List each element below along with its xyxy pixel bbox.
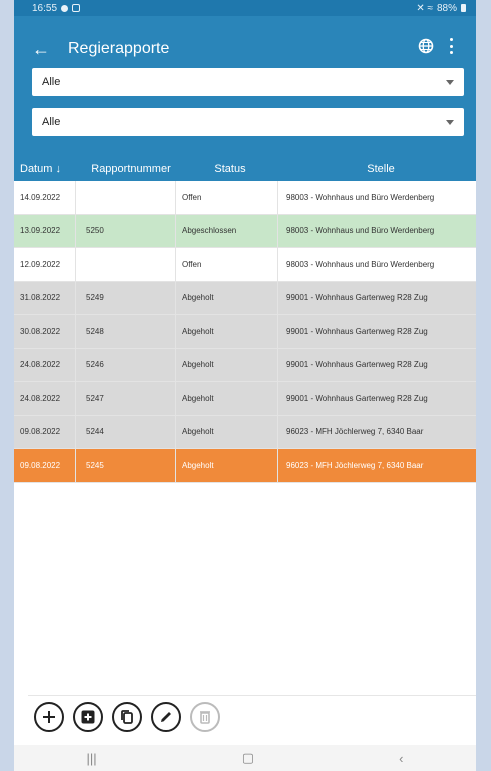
status-bar: 16:55 ✕ ≈ 88% [14,0,476,16]
table-row[interactable]: 09.08.2022 5244 Abgeholt 96023 - MFH Jöchle… [14,415,476,449]
cell-number: 5244 [76,415,176,448]
cell-number: 5246 [76,348,176,381]
cell-date: 09.08.2022 [14,449,76,482]
cell-status: Abgeschlossen [176,214,278,247]
chevron-down-icon [446,79,454,85]
toolbar-divider [28,695,476,696]
filter-select-1-value: Alle [42,76,61,88]
cell-number [76,181,176,214]
cell-number [76,248,176,281]
cell-date: 12.09.2022 [14,248,76,281]
delete-button[interactable] [190,702,220,732]
table-row[interactable]: 31.08.2022 5249 Abgeholt 99001 - Wohnhaus G… [14,281,476,315]
cell-stelle: 96023 - MFH Jöchlerweg 7, 6340 Baar [286,427,424,437]
battery-icon [461,4,466,12]
cell-date: 14.09.2022 [14,181,76,214]
cell-date: 13.09.2022 [14,214,76,247]
cell-stelle: 98003 - Wohnhaus und Büro Werdenberg [286,192,435,202]
table-body: 14.09.2022 Offen 98003 - Wohnhaus und Büro… [14,181,476,483]
cell-number: 5250 [76,214,176,247]
cell-stelle: 98003 - Wohnhaus und Büro Werdenberg [286,226,435,236]
cell-stelle: 99001 - Wohnhaus Gartenweg R28 Zug [286,293,428,303]
cell-stelle: 99001 - Wohnhaus Gartenweg R28 Zug [286,393,428,403]
table-row[interactable]: 09.08.2022 5245 Abgeholt 96023 - MFH Jöchle… [14,449,476,483]
table-row[interactable]: 14.09.2022 Offen 98003 - Wohnhaus und Büro… [14,181,476,215]
header-status[interactable]: Status [176,163,278,175]
cell-stelle: 98003 - Wohnhaus und Büro Werdenberg [286,259,435,269]
signal-icon: ✕ ≈ [416,2,433,14]
cell-date: 09.08.2022 [14,415,76,448]
table-row[interactable]: 13.09.2022 5250 Abgeschlossen 98003 - Wohnh… [14,214,476,248]
cell-date: 24.08.2022 [14,382,76,415]
cell-status: Offen [176,181,278,214]
cell-date: 30.08.2022 [14,315,76,348]
arrow-left-icon[interactable]: ← [32,40,50,58]
cell-status: Abgeholt [176,315,278,348]
cell-stelle: 99001 - Wohnhaus Gartenweg R28 Zug [286,360,428,370]
cell-date: 24.08.2022 [14,348,76,381]
table-header: Datum ↓ Rapportnummer Status Stelle [14,156,476,181]
location-icon [61,4,69,12]
edit-button[interactable] [151,702,181,732]
back-nav-icon[interactable]: ‹ [399,751,403,766]
table-row[interactable]: 24.08.2022 5246 Abgeholt 99001 - Wohnhaus G… [14,348,476,382]
header-stelle[interactable]: Stelle [278,163,476,175]
edit-icon [161,712,171,722]
more-vert-icon[interactable] [448,38,454,54]
cell-number: 5245 [76,449,176,482]
home-icon[interactable]: ▢ [242,750,254,766]
cell-number: 5247 [76,382,176,415]
chevron-down-icon [446,119,454,125]
system-nav-bar: ||| ▢ ‹ [14,745,476,771]
status-time: 16:55 [32,2,58,14]
table-row[interactable]: 30.08.2022 5248 Abgeholt 99001 - Wohnhaus G… [14,315,476,349]
cell-status: Abgeholt [176,382,278,415]
delete-icon [200,711,210,724]
add-box-icon [81,710,95,724]
header-date[interactable]: Datum ↓ [14,163,76,175]
add-button[interactable] [34,702,64,732]
copy-button[interactable] [112,702,142,732]
header-number[interactable]: Rapportnummer [76,163,176,175]
cell-status: Offen [176,248,278,281]
add-icon [43,711,55,723]
table-row[interactable]: 24.08.2022 5247 Abgeholt 99001 - Wohnhaus G… [14,382,476,416]
cell-number: 5249 [76,281,176,314]
cell-stelle: 99001 - Wohnhaus Gartenweg R28 Zug [286,326,428,336]
cell-number: 5248 [76,315,176,348]
cell-status: Abgeholt [176,281,278,314]
filter-select-2-value: Alle [42,116,61,128]
filter-select-2[interactable]: Alle [32,108,464,136]
recent-apps-icon[interactable]: ||| [87,751,97,766]
battery-text: 88% [436,2,457,14]
cell-date: 31.08.2022 [14,281,76,314]
filter-select-1[interactable]: Alle [32,68,464,96]
add-box-button[interactable] [73,702,103,732]
cell-status: Abgeholt [176,415,278,448]
page-title: Regierapporte [68,40,170,57]
bottom-toolbar [34,702,220,736]
cell-status: Abgeholt [176,348,278,381]
table-row[interactable]: 12.09.2022 Offen 98003 - Wohnhaus und Büro… [14,248,476,282]
notification-icon [72,4,81,12]
globe-icon[interactable] [418,38,434,54]
copy-icon [121,710,133,724]
cell-status: Abgeholt [176,449,278,482]
device-screen: 16:55 ✕ ≈ 88% ← Regierapporte Alle Alle [14,0,476,771]
cell-stelle: 96023 - MFH Jöchlerweg 7, 6340 Baar [286,460,424,470]
app-bar: ← Regierapporte Alle Alle [14,16,476,156]
